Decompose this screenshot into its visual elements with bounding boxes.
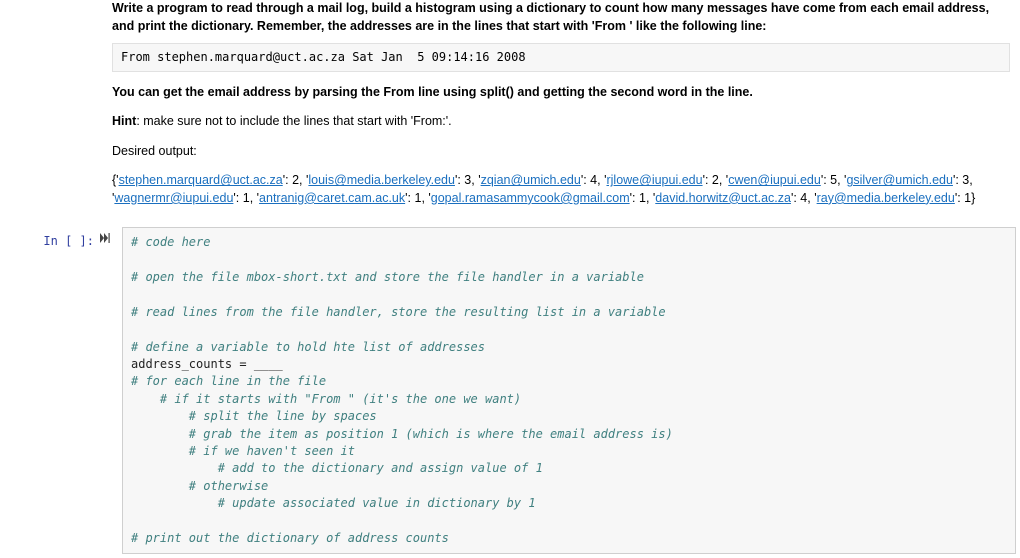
- code-line: # open the file mbox-short.txt and store…: [131, 270, 644, 284]
- sample-from-line: From stephen.marquard@uct.ac.za Sat Jan …: [112, 43, 1010, 72]
- code-line: # for each line in the file: [131, 374, 326, 388]
- code-line: # update associated value in dictionary …: [131, 496, 536, 510]
- input-prompt: In [ ]:: [0, 227, 100, 250]
- email-link[interactable]: zqian@umich.edu: [481, 173, 581, 187]
- code-line: # print out the dictionary of address co…: [131, 531, 449, 545]
- email-link[interactable]: cwen@iupui.edu: [728, 173, 821, 187]
- code-line: # define a variable to hold hte list of …: [131, 340, 485, 354]
- email-link[interactable]: rjlowe@iupui.edu: [606, 173, 702, 187]
- email-link[interactable]: louis@media.berkeley.edu: [308, 173, 455, 187]
- parse-instruction: You can get the email address by parsing…: [112, 85, 753, 99]
- code-line: # otherwise: [131, 479, 268, 493]
- hint-line: Hint: make sure not to include the lines…: [112, 113, 1010, 131]
- hint-text: : make sure not to include the lines tha…: [136, 114, 451, 128]
- code-line: # read lines from the file handler, stor…: [131, 305, 666, 319]
- code-cell: In [ ]: # code here # open the file mbox…: [0, 223, 1020, 558]
- code-line: # if it starts with "From " (it's the on…: [131, 392, 521, 406]
- instruction-text: Write a program to read through a mail l…: [112, 1, 989, 33]
- hint-label: Hint: [112, 114, 136, 128]
- email-link[interactable]: ray@media.berkeley.edu: [817, 191, 955, 205]
- desired-output-dict: {'stephen.marquard@uct.ac.za': 2, 'louis…: [112, 172, 1010, 207]
- email-link[interactable]: gsilver@umich.edu: [846, 173, 952, 187]
- code-line: # code here: [131, 235, 210, 249]
- code-input-area[interactable]: # code here # open the file mbox-short.t…: [122, 227, 1016, 554]
- email-link[interactable]: antranig@caret.cam.ac.uk: [259, 191, 405, 205]
- run-cell-icon[interactable]: [100, 233, 111, 248]
- email-link[interactable]: david.horwitz@uct.ac.za: [655, 191, 791, 205]
- markdown-cell: Write a program to read through a mail l…: [0, 0, 1020, 223]
- desired-output-label: Desired output:: [112, 143, 1010, 161]
- code-line: # add to the dictionary and assign value…: [131, 461, 543, 475]
- email-link[interactable]: stephen.marquard@uct.ac.za: [119, 173, 283, 187]
- code-line: # if we haven't seen it: [131, 444, 355, 458]
- code-line: address_counts = ____: [131, 357, 283, 371]
- email-link[interactable]: gopal.ramasammycook@gmail.com: [431, 191, 630, 205]
- email-link[interactable]: wagnermr@iupui.edu: [114, 191, 233, 205]
- run-column: [100, 227, 122, 248]
- code-line: # split the line by spaces: [131, 409, 377, 423]
- code-line: # grab the item as position 1 (which is …: [131, 427, 673, 441]
